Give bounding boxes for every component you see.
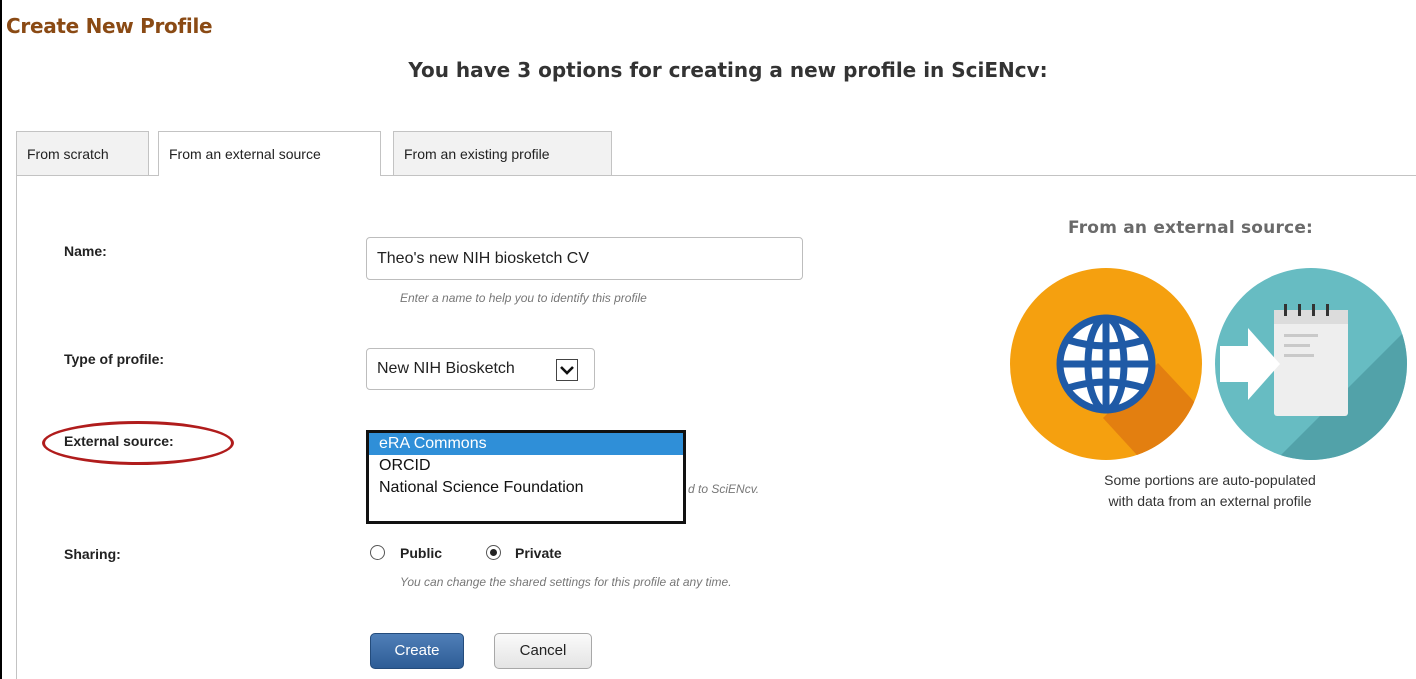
cancel-button[interactable]: Cancel (494, 633, 592, 669)
sharing-hint: You can change the shared settings for t… (400, 575, 732, 589)
sharing-public-label[interactable]: Public (400, 545, 442, 561)
sharing-label: Sharing: (64, 546, 121, 562)
external-source-label: External source: (64, 433, 174, 449)
sharing-private-label[interactable]: Private (515, 545, 562, 561)
side-caption-line: with data from an external profile (1108, 493, 1312, 509)
side-caption-line: Some portions are auto-populated (1104, 472, 1316, 488)
external-source-option[interactable]: ORCID (369, 455, 683, 477)
type-of-profile-select[interactable]: New NIH Biosketch (366, 348, 595, 390)
type-of-profile-label: Type of profile: (64, 351, 165, 367)
side-caption: Some portions are auto-populated with da… (1040, 470, 1380, 512)
create-button[interactable]: Create (370, 633, 464, 669)
tab-from-scratch[interactable]: From scratch (16, 131, 149, 175)
tab-panel-border (16, 175, 17, 679)
tab-from-existing-profile[interactable]: From an existing profile (393, 131, 612, 175)
external-source-illustration (1008, 268, 1416, 465)
page-subtitle: You have 3 options for creating a new pr… (408, 58, 1048, 82)
sharing-public-radio[interactable] (370, 545, 385, 560)
profile-name-input[interactable] (366, 237, 803, 280)
name-label: Name: (64, 243, 107, 259)
tab-from-external-source[interactable]: From an external source (158, 131, 381, 176)
external-source-option[interactable]: National Science Foundation (369, 477, 683, 499)
sharing-private-radio[interactable] (486, 545, 501, 560)
external-source-hint: d to SciENcv. (688, 482, 760, 496)
side-heading: From an external source: (1068, 218, 1314, 238)
chevron-down-icon[interactable] (556, 359, 578, 381)
type-of-profile-value: New NIH Biosketch (377, 360, 515, 377)
name-hint: Enter a name to help you to identify thi… (400, 291, 647, 305)
notepad-icon (1274, 304, 1348, 416)
external-source-listbox[interactable]: eRA Commons ORCID National Science Found… (366, 430, 686, 524)
page-title: Create New Profile (6, 14, 213, 38)
globe-icon (1056, 314, 1156, 414)
external-source-option[interactable]: eRA Commons (369, 433, 683, 455)
